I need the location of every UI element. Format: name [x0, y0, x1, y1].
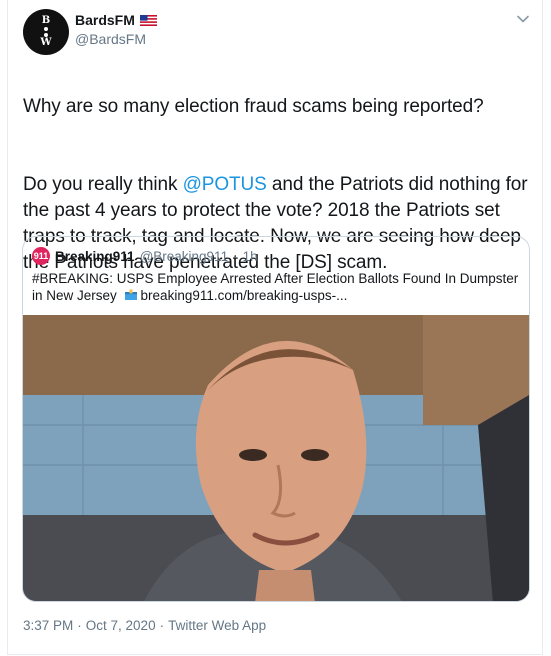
quote-handle: @Breaking911	[139, 248, 229, 264]
tweet-footer: 3:37 PM · Oct 7, 2020 · Twitter Web App	[23, 618, 266, 633]
us-flag-icon	[139, 14, 157, 26]
quote-separator: ·	[233, 248, 238, 264]
quote-time: 1h	[242, 248, 258, 264]
package-icon	[124, 289, 137, 300]
avatar[interactable]: B W	[23, 9, 69, 55]
avatar-dot	[44, 27, 48, 31]
quote-header: 911 Breaking911 @Breaking911 · 1h	[32, 247, 258, 265]
quote-link[interactable]: breaking911.com/breaking-usps-...	[141, 288, 348, 303]
quoted-tweet[interactable]: 911 Breaking911 @Breaking911 · 1h #BREAK…	[22, 236, 530, 602]
quote-display-name: Breaking911	[55, 248, 135, 264]
quote-photo[interactable]	[23, 315, 529, 602]
tweet-card: B W BardsFM @BardsFM Why are so many ele…	[7, 0, 543, 655]
tweet-date[interactable]: Oct 7, 2020	[86, 618, 156, 633]
quote-avatar: 911	[32, 247, 50, 265]
avatar-letter-bottom: W	[40, 37, 52, 48]
avatar-letter-top: B	[41, 15, 51, 26]
tweet-source[interactable]: Twitter Web App	[168, 618, 266, 633]
mention-link[interactable]: @POTUS	[183, 174, 267, 195]
author-handle[interactable]: @BardsFM	[75, 31, 146, 47]
footer-separator: ·	[77, 618, 82, 633]
tweet-time[interactable]: 3:37 PM	[23, 618, 73, 633]
footer-separator: ·	[159, 618, 165, 633]
tweet-line-1: Why are so many election fraud scams bei…	[23, 96, 484, 117]
quote-text: #BREAKING: USPS Employee Arrested After …	[32, 270, 520, 304]
author-name-row[interactable]: BardsFM	[75, 12, 157, 28]
tweet-text-before-mention: Do you really think	[23, 174, 183, 195]
chevron-down-icon[interactable]	[516, 12, 530, 26]
display-name[interactable]: BardsFM	[75, 12, 135, 28]
